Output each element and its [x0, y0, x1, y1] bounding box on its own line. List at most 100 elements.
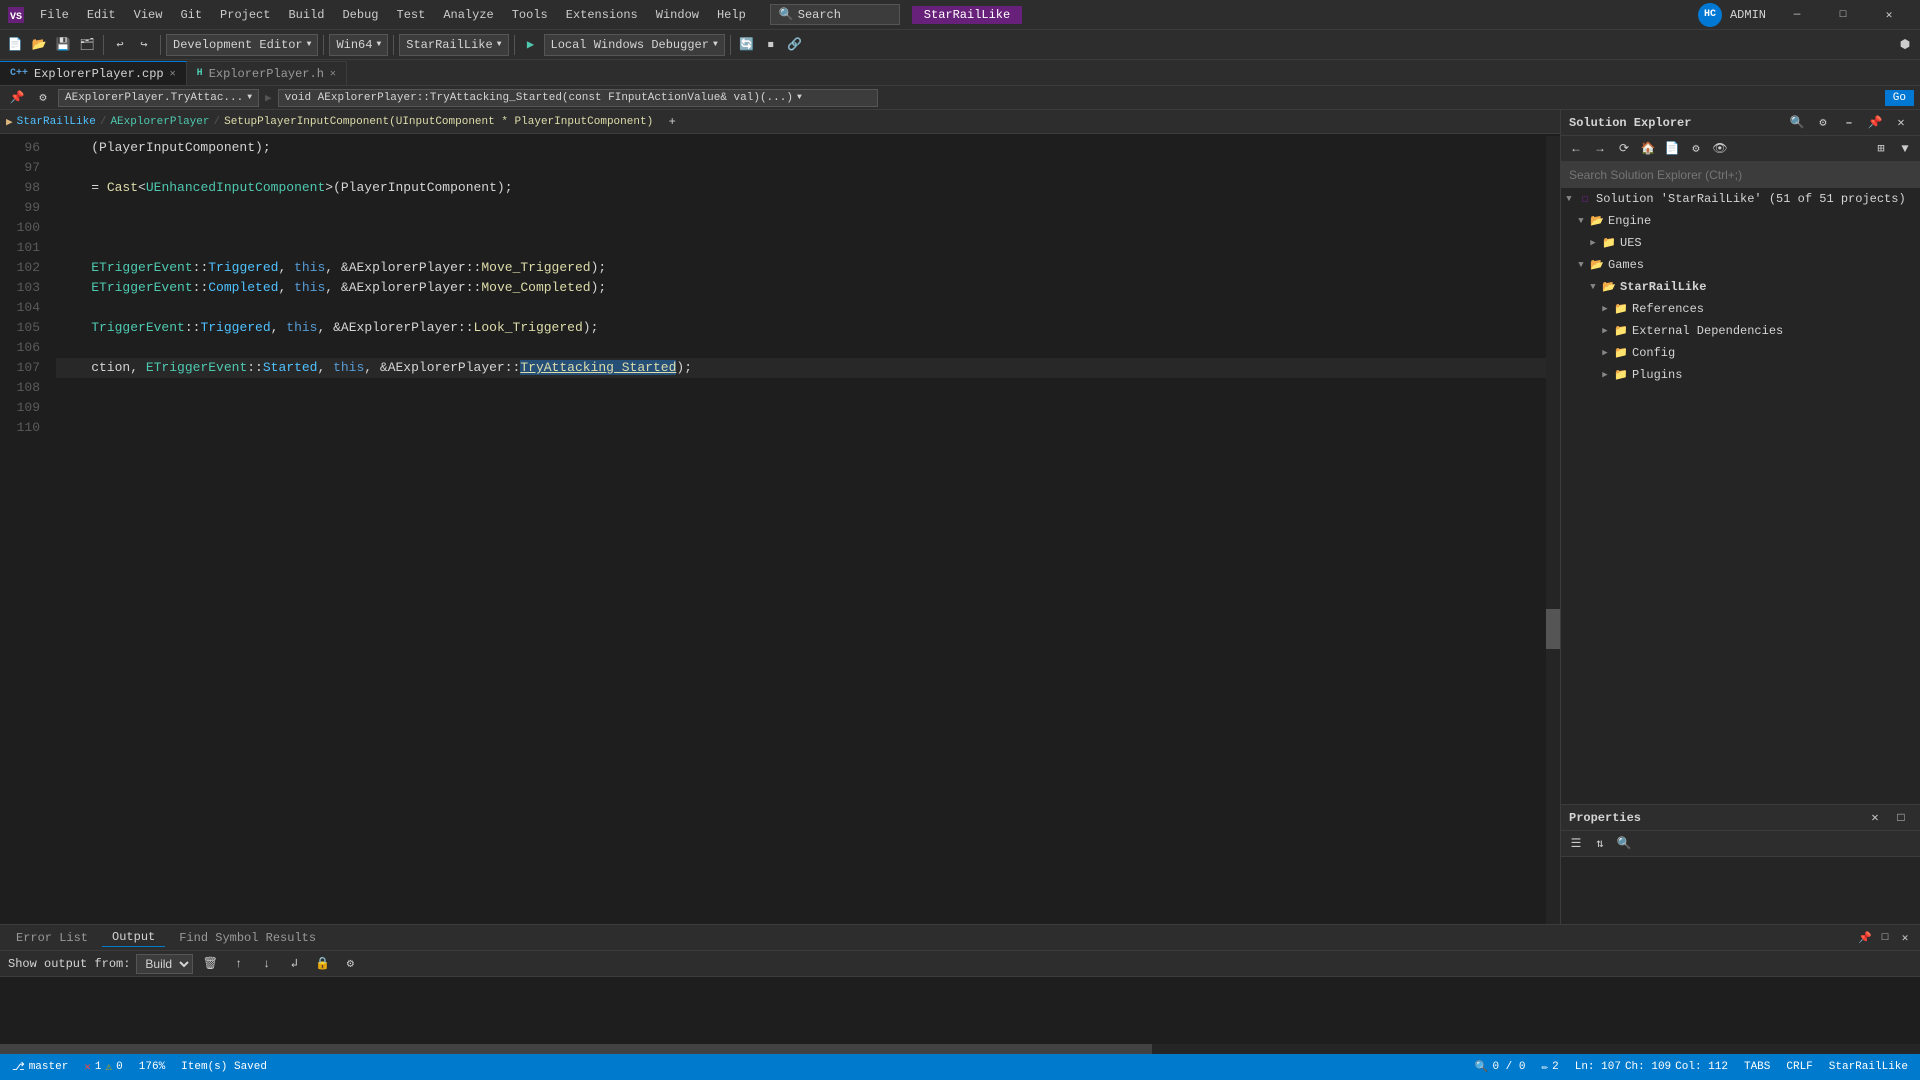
tree-item-ues[interactable]: ▶📁UES: [1561, 232, 1920, 254]
menu-edit[interactable]: Edit: [79, 6, 124, 24]
settings-btn[interactable]: ⚙: [32, 87, 54, 109]
find-results[interactable]: 🔍 0 / 0: [1471, 1060, 1530, 1074]
se-search-btn[interactable]: 🔍: [1786, 112, 1808, 134]
git-branch[interactable]: ⎇ master: [8, 1060, 72, 1074]
se-show-files-btn[interactable]: 📄: [1661, 138, 1683, 160]
project-dropdown[interactable]: StarRailLike ▼: [399, 34, 508, 56]
encoding[interactable]: CRLF: [1782, 1061, 1816, 1073]
undo-btn[interactable]: ↩: [109, 34, 131, 56]
refresh-btn[interactable]: 🔄: [736, 34, 758, 56]
se-forward-btn[interactable]: →: [1589, 138, 1611, 160]
run-btn[interactable]: ▶: [520, 34, 542, 56]
tree-item-references[interactable]: ▶📁References: [1561, 298, 1920, 320]
open-btn[interactable]: 📂: [28, 34, 50, 56]
vertical-scrollbar[interactable]: [1546, 136, 1560, 924]
close-button[interactable]: ✕: [1866, 0, 1912, 30]
errors-indicator[interactable]: ✕ 1 ⚠ 0: [80, 1060, 126, 1074]
se-expand-btn[interactable]: ⊞: [1870, 138, 1892, 160]
go-button[interactable]: Go: [1885, 90, 1914, 106]
project-indicator[interactable]: StarRailLike: [1825, 1061, 1912, 1073]
se-settings2-btn[interactable]: ▼: [1894, 138, 1916, 160]
live-share-btn[interactable]: ⬢: [1894, 34, 1916, 56]
platform-dropdown[interactable]: Win64 ▼: [329, 34, 388, 56]
se-preview-btn[interactable]: 👁: [1709, 138, 1731, 160]
tab-indicator[interactable]: TABS: [1740, 1061, 1774, 1073]
add-member-btn[interactable]: +: [661, 111, 683, 133]
output-clear-btn[interactable]: 🗑: [199, 953, 221, 975]
tab-explorer-h[interactable]: H ExplorerPlayer.h ✕: [187, 61, 347, 85]
func-dropdown[interactable]: void AExplorerPlayer::TryAttacking_Start…: [278, 89, 878, 107]
tree-item-games[interactable]: ▼📂Games: [1561, 254, 1920, 276]
se-home-btn[interactable]: 🏠: [1637, 138, 1659, 160]
output-source-dropdown[interactable]: Build: [136, 954, 193, 974]
menu-view[interactable]: View: [126, 6, 171, 24]
prop-filter-btn[interactable]: 🔍: [1613, 833, 1635, 855]
menu-analyze[interactable]: Analyze: [435, 6, 501, 24]
se-close-btn[interactable]: ✕: [1890, 112, 1912, 134]
prop-close-btn[interactable]: ✕: [1864, 807, 1886, 829]
output-scrollbar-thumb[interactable]: [0, 1044, 1152, 1054]
scrollbar-thumb[interactable]: [1546, 609, 1560, 649]
tree-item-external-dependencies[interactable]: ▶📁External Dependencies: [1561, 320, 1920, 342]
search-box[interactable]: 🔍 Search: [770, 4, 900, 25]
output-scrollbar[interactable]: [0, 1044, 1920, 1054]
breadcrumb-func[interactable]: SetupPlayerInputComponent(UInputComponen…: [224, 116, 653, 128]
bottom-close-btn[interactable]: ✕: [1896, 929, 1914, 947]
tab-find-symbol[interactable]: Find Symbol Results: [169, 929, 326, 947]
minimize-button[interactable]: —: [1774, 0, 1820, 30]
menu-help[interactable]: Help: [709, 6, 754, 24]
tree-item-starraillike[interactable]: ▼📂StarRailLike: [1561, 276, 1920, 298]
prop-expand-btn[interactable]: □: [1890, 807, 1912, 829]
menu-window[interactable]: Window: [648, 6, 707, 24]
attach-btn[interactable]: 🔗: [784, 34, 806, 56]
save-all-btn[interactable]: 🗂: [76, 34, 98, 56]
se-sync-btn[interactable]: ⟳: [1613, 138, 1635, 160]
tree-item-config[interactable]: ▶📁Config: [1561, 342, 1920, 364]
menu-tools[interactable]: Tools: [504, 6, 556, 24]
se-back-btn[interactable]: ←: [1565, 138, 1587, 160]
edit-count[interactable]: ✏ 2: [1537, 1060, 1562, 1074]
code-content[interactable]: (PlayerInputComponent); = Cast<UEnhanced…: [56, 136, 1560, 924]
bottom-expand-btn[interactable]: □: [1876, 929, 1894, 947]
zoom-level[interactable]: 176%: [135, 1061, 169, 1073]
prop-list-btn[interactable]: ☰: [1565, 833, 1587, 855]
tab-output[interactable]: Output: [102, 928, 165, 947]
se-pin-btn[interactable]: 📌: [1864, 112, 1886, 134]
se-filter-btn[interactable]: ⚙: [1812, 112, 1834, 134]
redo-btn[interactable]: ↪: [133, 34, 155, 56]
bottom-pin-btn[interactable]: 📌: [1856, 929, 1874, 947]
menu-extensions[interactable]: Extensions: [558, 6, 646, 24]
menu-debug[interactable]: Debug: [334, 6, 386, 24]
output-next-btn[interactable]: ↓: [255, 953, 277, 975]
tree-item-solution-'starraillike'-(51-of-51-projects)[interactable]: ▼◻Solution 'StarRailLike' (51 of 51 proj…: [1561, 188, 1920, 210]
tab-h-close[interactable]: ✕: [330, 68, 336, 80]
tree-item-engine[interactable]: ▼📂Engine: [1561, 210, 1920, 232]
menu-test[interactable]: Test: [389, 6, 434, 24]
stop-btn[interactable]: ⏹: [760, 34, 782, 56]
config-dropdown[interactable]: Development Editor ▼: [166, 34, 318, 56]
breadcrumb-startraillike[interactable]: StarRailLike: [17, 116, 96, 128]
tab-cpp-close[interactable]: ✕: [170, 68, 176, 80]
menu-project[interactable]: Project: [212, 6, 278, 24]
maximize-button[interactable]: □: [1820, 0, 1866, 30]
new-project-btn[interactable]: 📄: [4, 34, 26, 56]
tab-explorer-cpp[interactable]: C++ ExplorerPlayer.cpp ✕: [0, 61, 187, 85]
save-btn[interactable]: 💾: [52, 34, 74, 56]
pin-btn[interactable]: 📌: [6, 87, 28, 109]
se-props-btn[interactable]: ⚙: [1685, 138, 1707, 160]
class-dropdown[interactable]: AExplorerPlayer.TryAttac... ▼: [58, 89, 259, 107]
tree-item-plugins[interactable]: ▶📁Plugins: [1561, 364, 1920, 386]
breadcrumb-class[interactable]: AExplorerPlayer: [110, 116, 209, 128]
menu-build[interactable]: Build: [280, 6, 332, 24]
output-settings-btn[interactable]: ⚙: [339, 953, 361, 975]
menu-git[interactable]: Git: [172, 6, 210, 24]
se-search-input[interactable]: [1561, 162, 1920, 188]
debugger-dropdown[interactable]: Local Windows Debugger ▼: [544, 34, 725, 56]
se-collapse-btn[interactable]: –: [1838, 112, 1860, 134]
output-wrap-btn[interactable]: ↲: [283, 953, 305, 975]
tab-error-list[interactable]: Error List: [6, 929, 98, 947]
prop-sort-btn[interactable]: ⇅: [1589, 833, 1611, 855]
menu-file[interactable]: File: [32, 6, 77, 24]
line-col[interactable]: Ln: 107 Ch: 109 Col: 112: [1571, 1061, 1732, 1073]
output-prev-btn[interactable]: ↑: [227, 953, 249, 975]
